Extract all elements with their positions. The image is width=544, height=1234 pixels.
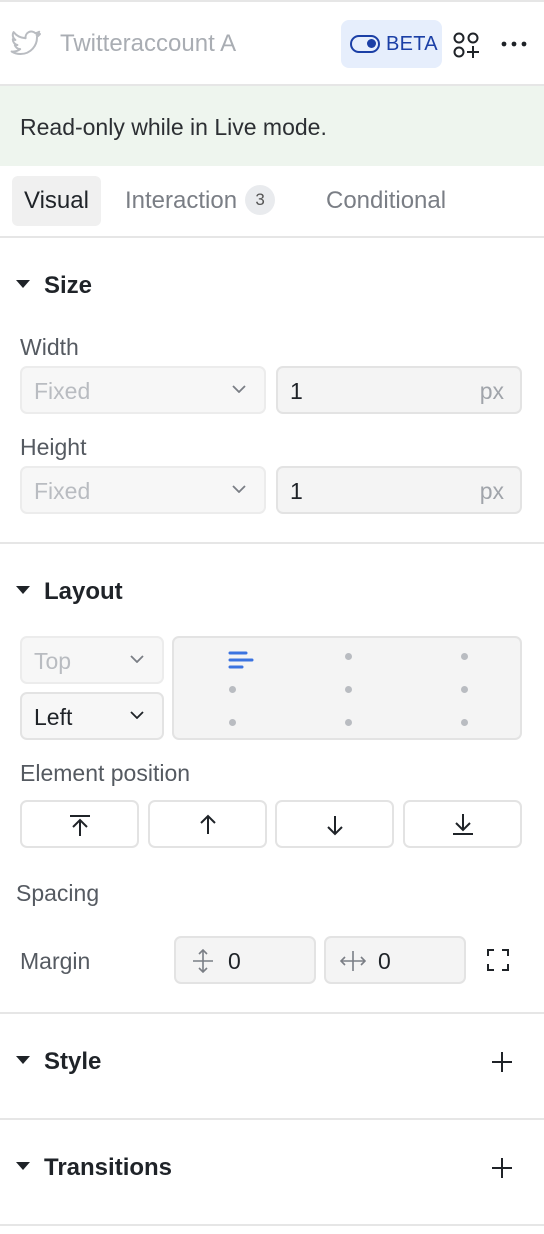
beta-label: BETA xyxy=(386,33,438,55)
align-bottom-right-dot[interactable] xyxy=(461,719,468,726)
element-position-label: Element position xyxy=(20,760,191,786)
caret-down-icon xyxy=(16,1055,30,1064)
margin-vertical-value: 0 xyxy=(228,948,241,974)
align-top-right-dot[interactable] xyxy=(461,653,468,660)
align-middle-right-dot[interactable] xyxy=(461,686,468,693)
read-only-banner: Read-only while in Live mode. xyxy=(0,86,544,166)
align-bottom-center-dot[interactable] xyxy=(345,719,352,726)
horizontal-spacing-icon xyxy=(340,951,366,971)
horizontal-align-select[interactable]: Left xyxy=(20,692,164,740)
vertical-align-value: Top xyxy=(34,648,72,674)
panel-header: Twitteraccount A BETA xyxy=(0,4,544,86)
arrow-up-icon xyxy=(200,814,216,834)
align-top-center-dot[interactable] xyxy=(345,653,352,660)
section-layout-header[interactable]: Layout xyxy=(16,578,123,606)
section-style-title: Style xyxy=(44,1048,102,1075)
tab-conditional[interactable]: Conditional xyxy=(326,176,446,226)
section-transitions-header[interactable]: Transitions xyxy=(16,1154,172,1182)
divider xyxy=(0,1224,544,1226)
align-middle-center-dot[interactable] xyxy=(345,686,352,693)
margin-horizontal-value: 0 xyxy=(378,948,391,974)
height-unit: px xyxy=(479,478,504,504)
width-mode-value: Fixed xyxy=(34,378,91,404)
width-mode-select[interactable]: Fixed xyxy=(20,366,266,414)
chevron-down-icon xyxy=(130,711,144,719)
toggle-icon xyxy=(350,35,380,53)
section-size-header[interactable]: Size xyxy=(16,272,92,300)
interaction-count-badge: 3 xyxy=(245,184,276,215)
caret-down-icon xyxy=(16,585,30,594)
expand-margin-icon[interactable] xyxy=(486,948,510,972)
add-transition-icon[interactable] xyxy=(491,1157,513,1179)
tab-interaction[interactable]: Interaction 3 xyxy=(125,176,276,226)
move-to-bottom-icon xyxy=(453,814,473,835)
align-bottom-left-dot[interactable] xyxy=(229,719,236,726)
vertical-align-select[interactable]: Top xyxy=(20,636,164,684)
width-value-input[interactable]: 1 px xyxy=(276,366,522,414)
height-value-input[interactable]: 1 px xyxy=(276,466,522,514)
move-to-top-button[interactable] xyxy=(20,800,139,848)
twitter-icon xyxy=(10,30,41,56)
width-value: 1 xyxy=(290,378,303,404)
section-layout-title: Layout xyxy=(44,578,123,605)
margin-horizontal-input[interactable]: 0 xyxy=(324,936,466,984)
divider xyxy=(0,1118,544,1120)
caret-down-icon xyxy=(16,1161,30,1170)
section-transitions-title: Transitions xyxy=(44,1154,173,1181)
chevron-down-icon xyxy=(130,655,144,663)
alignment-grid[interactable] xyxy=(172,636,522,740)
margin-vertical-input[interactable]: 0 xyxy=(174,936,316,984)
width-label: Width xyxy=(20,334,79,360)
align-middle-left-dot[interactable] xyxy=(229,686,236,693)
section-style-header[interactable]: Style xyxy=(16,1048,101,1076)
align-top-left-icon[interactable] xyxy=(228,650,254,670)
tab-visual[interactable]: Visual xyxy=(12,176,101,226)
banner-text: Read-only while in Live mode. xyxy=(20,114,327,140)
add-style-icon[interactable] xyxy=(491,1051,513,1073)
move-to-top-icon xyxy=(70,815,90,836)
section-size-title: Size xyxy=(44,272,93,299)
tab-visual-label: Visual xyxy=(24,187,89,214)
arrow-down-icon xyxy=(327,816,343,836)
more-options-icon[interactable] xyxy=(500,32,528,56)
tab-interaction-label: Interaction xyxy=(125,187,238,214)
chevron-down-icon xyxy=(232,385,246,393)
add-component-icon[interactable] xyxy=(453,32,479,58)
horizontal-align-value: Left xyxy=(34,704,73,730)
width-unit: px xyxy=(479,378,504,404)
beta-toggle-button[interactable]: BETA xyxy=(341,20,442,68)
height-mode-select[interactable]: Fixed xyxy=(20,466,266,514)
tab-conditional-label: Conditional xyxy=(326,187,447,214)
move-to-bottom-button[interactable] xyxy=(403,800,522,848)
height-label: Height xyxy=(20,434,87,460)
height-mode-value: Fixed xyxy=(34,478,91,504)
spacing-label: Spacing xyxy=(16,880,100,906)
caret-down-icon xyxy=(16,279,30,288)
vertical-spacing-icon xyxy=(193,949,213,973)
component-title[interactable]: Twitteraccount A xyxy=(60,30,236,58)
height-value: 1 xyxy=(290,478,303,504)
margin-label: Margin xyxy=(20,948,91,974)
divider xyxy=(0,542,544,544)
move-down-button[interactable] xyxy=(275,800,394,848)
divider xyxy=(0,1012,544,1014)
chevron-down-icon xyxy=(232,485,246,493)
move-up-button[interactable] xyxy=(148,800,267,848)
tab-bar: Visual Interaction 3 Conditional xyxy=(0,166,544,238)
